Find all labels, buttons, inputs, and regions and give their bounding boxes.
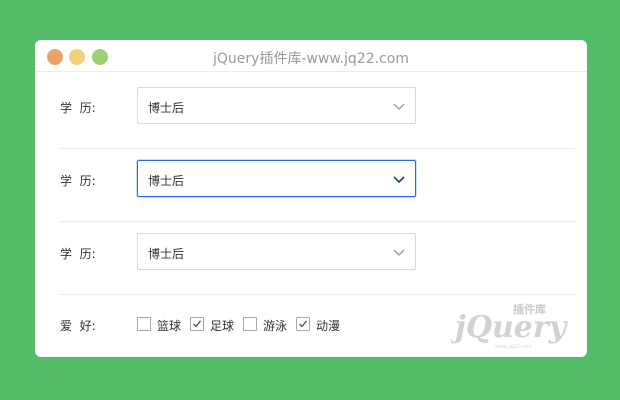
education-label: 学 历: bbox=[60, 101, 96, 115]
education-row-3: 学 历: 博士后 bbox=[60, 233, 575, 270]
app-window: jQuery插件库-www.jq22.com 学 历: 博士后 学 历: 博士后… bbox=[35, 40, 587, 357]
education-label: 学 历: bbox=[60, 174, 96, 188]
select-value: 博士后 bbox=[148, 174, 185, 188]
checkbox-label: 篮球 bbox=[157, 319, 182, 333]
education-select-2[interactable]: 博士后 bbox=[137, 160, 416, 197]
education-select-3[interactable]: 博士后 bbox=[137, 233, 416, 270]
watermark-main-text: jQuery bbox=[451, 310, 569, 345]
select-value: 博士后 bbox=[148, 101, 185, 115]
select-value: 博士后 bbox=[148, 247, 185, 261]
chevron-down-icon bbox=[393, 249, 405, 256]
divider bbox=[60, 294, 575, 295]
checkbox-label: 游泳 bbox=[263, 319, 288, 333]
chevron-down-icon bbox=[393, 103, 405, 110]
education-label: 学 历: bbox=[60, 247, 96, 261]
education-select-1[interactable]: 博士后 bbox=[137, 87, 416, 124]
education-row-1: 学 历: 博士后 bbox=[60, 87, 575, 124]
education-row-2: 学 历: 博士后 bbox=[60, 160, 575, 197]
jquery-watermark-logo: 插件库 jQuery www.jq22.com bbox=[451, 302, 569, 350]
watermark-small-text: www.jq22.com bbox=[495, 344, 532, 350]
checkbox-checked[interactable] bbox=[296, 317, 310, 331]
chevron-down-icon bbox=[393, 176, 405, 184]
check-icon bbox=[299, 320, 308, 328]
hobby-label: 爱 好: bbox=[60, 319, 96, 333]
checkbox-checked[interactable] bbox=[190, 317, 204, 331]
title-bar: jQuery插件库-www.jq22.com bbox=[35, 40, 587, 72]
check-icon bbox=[193, 320, 202, 328]
checkbox-label: 足球 bbox=[210, 319, 235, 333]
window-title: jQuery插件库-www.jq22.com bbox=[213, 51, 409, 67]
checkbox-label: 动漫 bbox=[316, 319, 341, 333]
checkbox[interactable] bbox=[243, 317, 257, 331]
divider bbox=[60, 221, 575, 222]
divider bbox=[60, 148, 575, 149]
checkbox[interactable] bbox=[137, 317, 151, 331]
